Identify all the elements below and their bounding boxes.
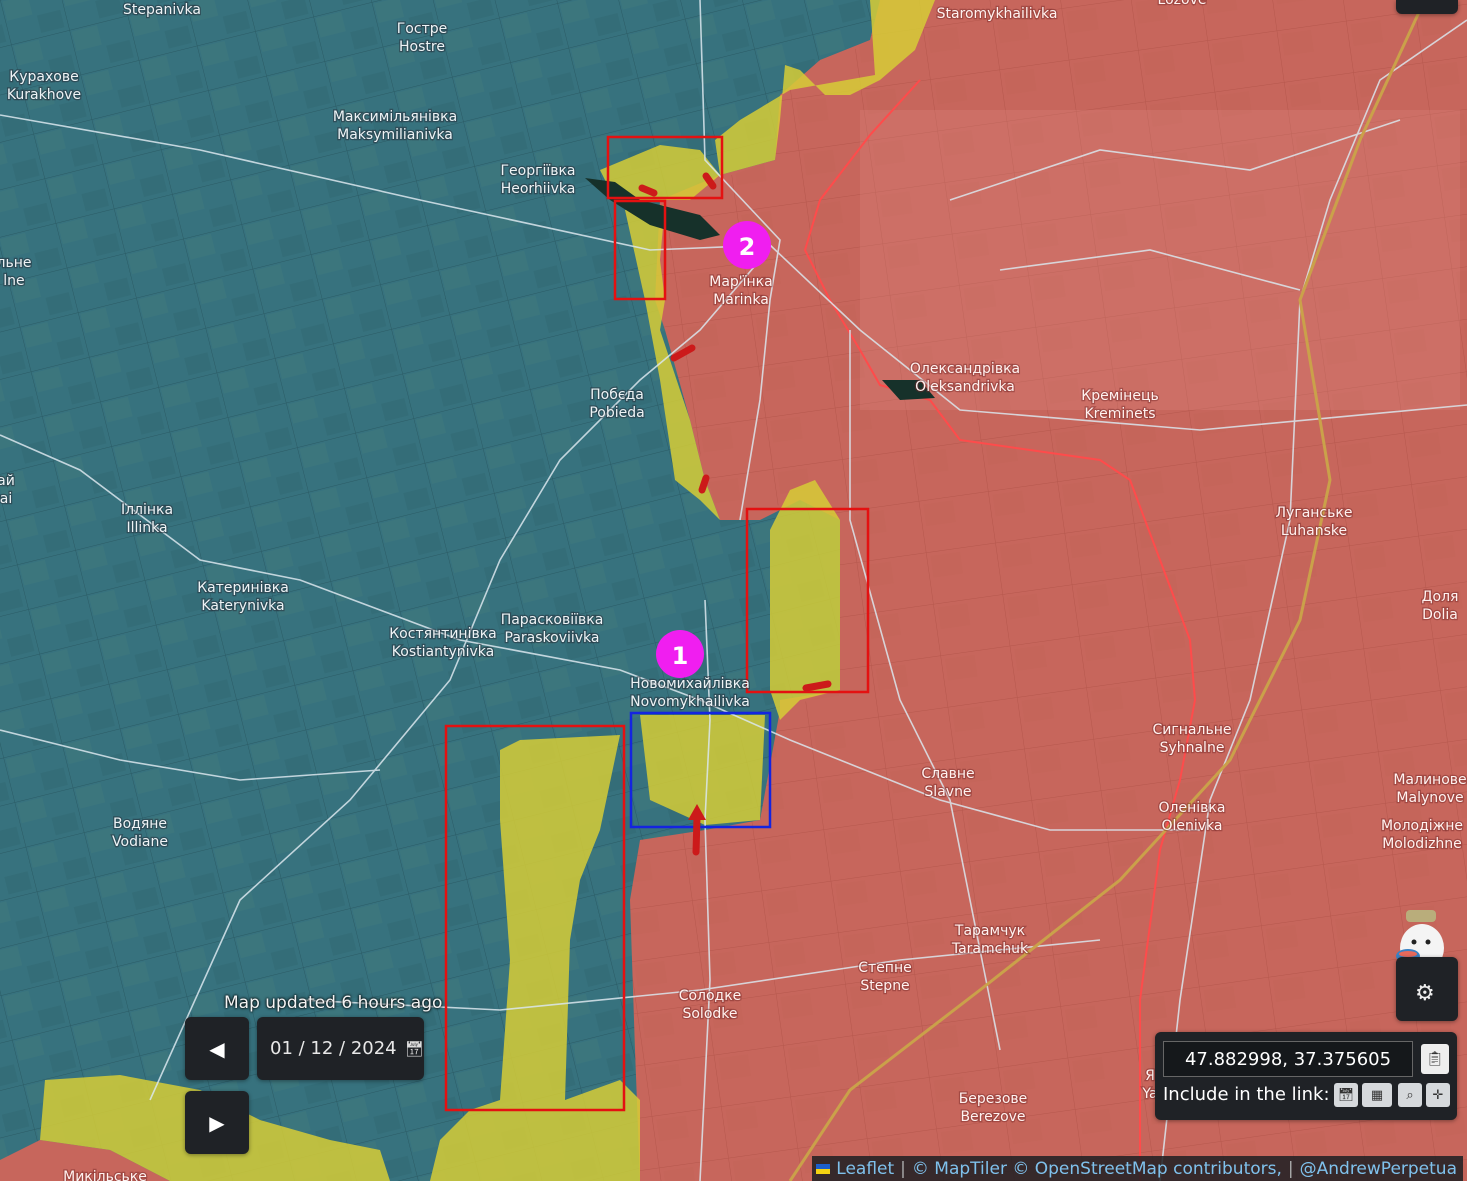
marker-2-label: 2 bbox=[739, 233, 756, 261]
include-link-label: Include in the link: bbox=[1163, 1084, 1330, 1105]
gear-icon: ⚙ bbox=[1415, 981, 1435, 1006]
next-day-button[interactable]: ▶ bbox=[185, 1091, 249, 1154]
city-label-hostre: Hostre bbox=[399, 39, 445, 55]
city-label-malynove: Malynove bbox=[1396, 790, 1463, 806]
city-label-kostiantynivka: Костянтинівка bbox=[389, 626, 497, 642]
city-label-edge-ai: ai bbox=[0, 491, 12, 507]
city-label-olenivka: Оленівка bbox=[1159, 800, 1226, 816]
city-label-kreminets: Kreminets bbox=[1084, 406, 1155, 422]
city-label-syhnalne: Сигнальне bbox=[1153, 722, 1232, 738]
city-label-luhanske: Luhanske bbox=[1281, 523, 1347, 539]
city-label-marinka: Marinka bbox=[713, 292, 769, 308]
city-label-molodizhne: Molodizhne bbox=[1382, 836, 1462, 852]
city-label-kreminets: Кремінець bbox=[1081, 388, 1158, 404]
settings-button[interactable]: ⚙ bbox=[1396, 957, 1458, 1021]
city-label-molodizhne: Молодіжне bbox=[1381, 818, 1463, 834]
city-label-kurakhove: Курахове bbox=[9, 69, 78, 85]
city-label-syhnalne: Syhnalne bbox=[1160, 740, 1225, 756]
chevron-right-icon: ▶ bbox=[209, 1110, 225, 1135]
maptiler-link[interactable]: © MapTiler bbox=[912, 1159, 1007, 1179]
city-label-kostiantynivka: Kostiantynivka bbox=[392, 644, 494, 660]
city-label-solodke: Solodke bbox=[682, 1006, 737, 1022]
calendar-icon[interactable]: 📅︎ bbox=[405, 1040, 424, 1058]
date-input[interactable]: 01 / 12 / 2024 📅︎ bbox=[257, 1017, 424, 1080]
marker-2[interactable]: 2 bbox=[723, 221, 771, 269]
city-label-oleksandrivka: Олександрівка bbox=[910, 361, 1020, 377]
city-label-marinka: Мар'їнка bbox=[709, 274, 772, 290]
city-label-pobieda: Pobieda bbox=[589, 405, 644, 421]
coordinates-field[interactable]: 47.882998, 37.375605 bbox=[1163, 1041, 1413, 1077]
city-label-luhanske: Луганське bbox=[1276, 505, 1353, 521]
layers-button[interactable] bbox=[1396, 0, 1458, 14]
attack-arrow bbox=[698, 474, 710, 494]
date-value: 01 / 12 / 2024 bbox=[270, 1038, 397, 1059]
attack-arrow bbox=[692, 814, 701, 856]
leaflet-link[interactable]: Leaflet bbox=[836, 1159, 894, 1179]
city-label-hostre: Гостре bbox=[397, 21, 447, 37]
calendar-icon[interactable]: 📅︎ bbox=[1334, 1083, 1358, 1107]
attribution-bar: Leaflet | © MapTiler © OpenStreetMap con… bbox=[812, 1156, 1463, 1181]
city-label-novomykhailivka: Novomykhailivka bbox=[630, 694, 750, 710]
city-label-edge-myk: Микільське bbox=[63, 1169, 147, 1181]
city-label-stepne: Stepne bbox=[860, 978, 909, 994]
city-label-kurakhove: Kurakhove bbox=[7, 87, 81, 103]
city-label-lozove: Lozove bbox=[1158, 0, 1207, 8]
city-label-berezove: Berezove bbox=[960, 1109, 1025, 1125]
city-label-vodiane: Vodiane bbox=[112, 834, 168, 850]
city-label-paraskoviivka: Paraskoviivka bbox=[505, 630, 600, 646]
marker-1[interactable]: 1 bbox=[656, 630, 704, 678]
city-label-maksymilianivka: Максимільянівка bbox=[333, 109, 457, 125]
city-label-edge-ne: lne bbox=[3, 273, 24, 289]
city-label-edge-ne: льне bbox=[0, 255, 31, 271]
city-label-dolia: Доля bbox=[1422, 589, 1459, 605]
city-label-slavne: Slavne bbox=[924, 784, 971, 800]
city-label-stepne: Степне bbox=[858, 960, 911, 976]
city-label-pobieda: Побєда bbox=[590, 387, 644, 403]
city-label-berezove: Березове bbox=[959, 1091, 1028, 1107]
city-label-novomykhailivka: Новомихайлівка bbox=[630, 676, 750, 692]
city-label-taramchuk: Taramchuk bbox=[951, 941, 1029, 957]
coordinates-panel: 47.882998, 37.375605 📋︎ Include in the l… bbox=[1155, 1032, 1457, 1120]
map-updated-text: Map updated 6 hours ago bbox=[224, 993, 443, 1013]
city-label-olenivka: Olenivka bbox=[1161, 818, 1222, 834]
author-link[interactable]: @AndrewPerpetua bbox=[1300, 1159, 1457, 1179]
attack-arrow bbox=[802, 680, 832, 692]
city-label-katerynivka: Katerynivka bbox=[201, 598, 284, 614]
city-label-oleksandrivka: Oleksandrivka bbox=[915, 379, 1015, 395]
city-label-edge-ya: Я bbox=[1145, 1068, 1155, 1084]
zoom-icon[interactable]: ⌕ bbox=[1398, 1083, 1422, 1107]
marker-1-label: 1 bbox=[672, 642, 689, 670]
city-label-maksymilianivka: Maksymilianivka bbox=[337, 127, 453, 143]
city-label-solodke: Солодке bbox=[679, 988, 742, 1004]
city-label-slavne: Славне bbox=[921, 766, 974, 782]
map-canvas[interactable]: 2 1 Stepanivka Гостре Hostre Курахове Kurakh… bbox=[0, 0, 1467, 1181]
chevron-left-icon: ◀ bbox=[209, 1036, 225, 1061]
map-icon[interactable]: ▦ bbox=[1362, 1083, 1392, 1107]
city-label-illinka: Illinka bbox=[126, 520, 167, 536]
city-label-malynove: Малинове bbox=[1393, 772, 1466, 788]
city-label-dolia: Dolia bbox=[1422, 607, 1458, 623]
city-label-heorhiivka: Heorhiivka bbox=[501, 181, 576, 197]
city-label-stepanivka: Stepanivka bbox=[123, 2, 201, 18]
clipboard-icon[interactable]: 📋︎ bbox=[1421, 1044, 1449, 1074]
osm-link[interactable]: © OpenStreetMap contributors, bbox=[1012, 1159, 1282, 1179]
city-label-starmykhailivka: Staromykhailivka bbox=[937, 6, 1058, 22]
ukraine-flag-icon bbox=[816, 1163, 831, 1174]
crosshair-icon[interactable]: ✛ bbox=[1426, 1083, 1450, 1107]
attack-arrow bbox=[638, 184, 658, 197]
city-label-katerynivka: Катеринівка bbox=[197, 580, 289, 596]
city-label-heorhiivka: Георгіївка bbox=[500, 163, 575, 179]
city-label-paraskoviivka: Парасковіївка bbox=[501, 612, 604, 628]
city-label-taramchuk: Тарамчук bbox=[954, 923, 1025, 939]
city-label-illinka: Іллінка bbox=[121, 502, 173, 518]
city-label-edge-ai: ай bbox=[0, 473, 15, 489]
prev-day-button[interactable]: ◀ bbox=[185, 1017, 249, 1080]
city-label-vodiane: Водяне bbox=[113, 816, 167, 832]
